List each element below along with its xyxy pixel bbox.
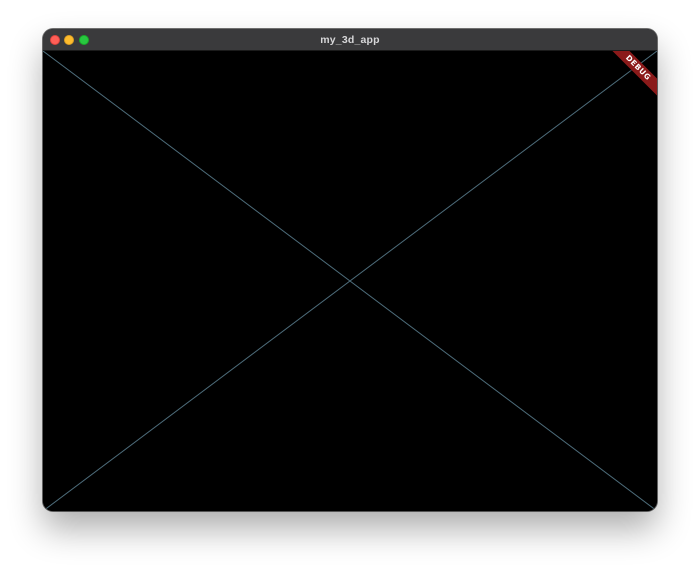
title-bar[interactable]: my_3d_app [43, 29, 657, 51]
placeholder-cross [43, 51, 657, 511]
debug-banner-corner: DEBUG [605, 51, 657, 103]
window-title: my_3d_app [320, 34, 380, 46]
render-canvas[interactable] [43, 51, 657, 511]
app-window: my_3d_app DEBUG [43, 29, 657, 511]
debug-banner: DEBUG [607, 51, 657, 99]
